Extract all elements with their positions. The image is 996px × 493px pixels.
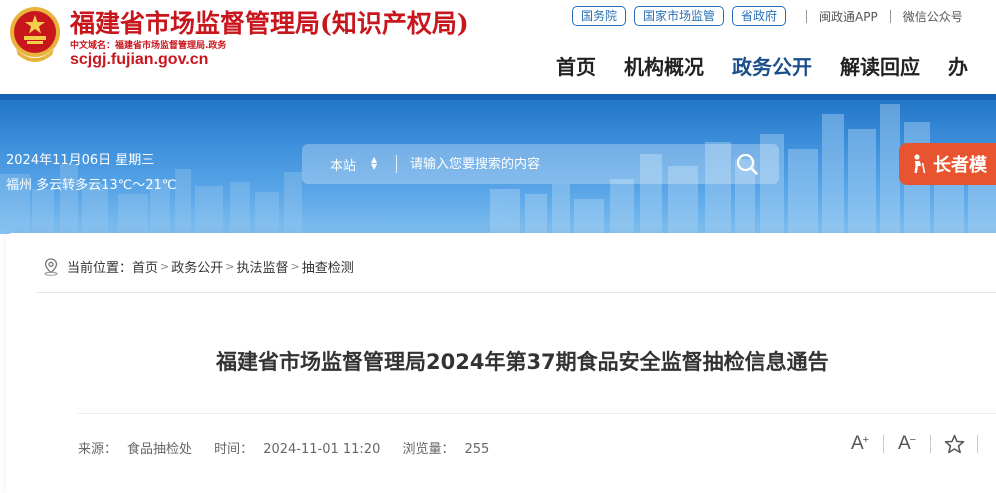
nav-home[interactable]: 首页: [556, 51, 596, 80]
plus-sign: +: [862, 434, 870, 446]
font-decrease-button[interactable]: A −: [896, 433, 918, 455]
search-bar: 本站 ▲ ▼: [302, 144, 779, 184]
elder-mode-button[interactable]: 长者模: [899, 143, 996, 185]
date-weather: 2024年11月06日 星期三 福州 多云转多云13℃～21℃: [6, 148, 176, 198]
search-input[interactable]: [397, 156, 727, 172]
star-icon: [944, 434, 964, 454]
link-provincial-gov[interactable]: 省政府: [732, 6, 787, 26]
views-label: 浏览量：: [402, 442, 455, 457]
weather-info: 福州 多云转多云13℃～21℃: [6, 178, 177, 193]
current-date: 2024年11月06日 星期三: [6, 153, 155, 168]
search-scope-label: 本站: [330, 158, 357, 174]
divider: [889, 9, 891, 23]
site-title[interactable]: 福建省市场监督管理局(知识产权局): [70, 4, 469, 40]
crumb-gov-affairs[interactable]: 政务公开: [171, 257, 223, 276]
site-domain: scjgj.fujian.gov.cn: [70, 51, 209, 68]
national-emblem-icon[interactable]: [8, 5, 62, 65]
search-scope-select[interactable]: 本站 ▲ ▼: [302, 155, 396, 174]
minus-sign: −: [909, 434, 917, 446]
article-title: 福建省市场监督管理局2024年第37期食品安全监督抽检信息通告: [216, 350, 829, 374]
content-card: 当前位置： 首页 > 政务公开 > 执法监督 > 抽查检测 福建省市场监督管理局…: [6, 233, 996, 493]
nav-interpretation[interactable]: 解读回应: [840, 51, 920, 80]
link-state-council[interactable]: 国务院: [572, 6, 627, 26]
article-tools: A + A −: [849, 433, 990, 455]
favorite-button[interactable]: [943, 433, 965, 455]
breadcrumb-prefix: 当前位置：: [67, 261, 133, 276]
divider: [36, 292, 996, 293]
divider: [78, 413, 996, 414]
crumb-inspection[interactable]: 抽查检测: [302, 257, 354, 276]
time-label: 时间：: [214, 442, 254, 457]
views-value: 255: [464, 442, 490, 457]
crumb-enforcement[interactable]: 执法监督: [236, 257, 288, 276]
chinese-domain-label: 中文域名：福建省市场监督管理局.政务: [70, 41, 227, 51]
elder-mode-label: 长者模: [933, 155, 987, 176]
nav-about[interactable]: 机构概况: [624, 51, 704, 80]
chevron-right-icon: >: [225, 260, 235, 273]
link-minzhengtong-app[interactable]: 闽政通APP: [819, 8, 878, 25]
divider: [806, 9, 808, 23]
divider: [977, 435, 978, 453]
elder-person-icon: [914, 154, 926, 174]
nav-services[interactable]: 办: [948, 51, 968, 80]
link-samr[interactable]: 国家市场监管: [634, 6, 725, 26]
source-value: 食品抽检处: [127, 442, 193, 457]
font-increase-button[interactable]: A +: [849, 433, 871, 455]
source-label: 来源：: [78, 442, 118, 457]
top-links: 国务院 国家市场监管 省政府 闽政通APP 微信公众号: [572, 6, 963, 26]
crumb-home[interactable]: 首页: [132, 257, 158, 276]
link-wechat[interactable]: 微信公众号: [903, 8, 963, 25]
location-pin-icon: [44, 257, 58, 276]
chevron-right-icon: >: [290, 260, 300, 273]
time-value: 2024-11-01 11:20: [263, 442, 381, 457]
updown-arrow-icon: ▲ ▼: [371, 154, 378, 171]
search-icon: [736, 153, 758, 175]
divider: [883, 435, 884, 453]
site-header: 福建省市场监督管理局(知识产权局) 中文域名：福建省市场监督管理局.政务 scj…: [0, 0, 996, 94]
article-meta: 来源： 食品抽检处 时间： 2024-11-01 11:20 浏览量： 255: [78, 438, 507, 457]
chevron-right-icon: >: [160, 260, 170, 273]
breadcrumb: 当前位置： 首页 > 政务公开 > 执法监督 > 抽查检测: [43, 257, 354, 276]
search-button[interactable]: [727, 144, 767, 184]
divider: [930, 435, 931, 453]
nav-gov-affairs[interactable]: 政务公开: [732, 51, 812, 80]
main-nav: 首页 机构概况 政务公开 解读回应 办: [556, 51, 996, 80]
